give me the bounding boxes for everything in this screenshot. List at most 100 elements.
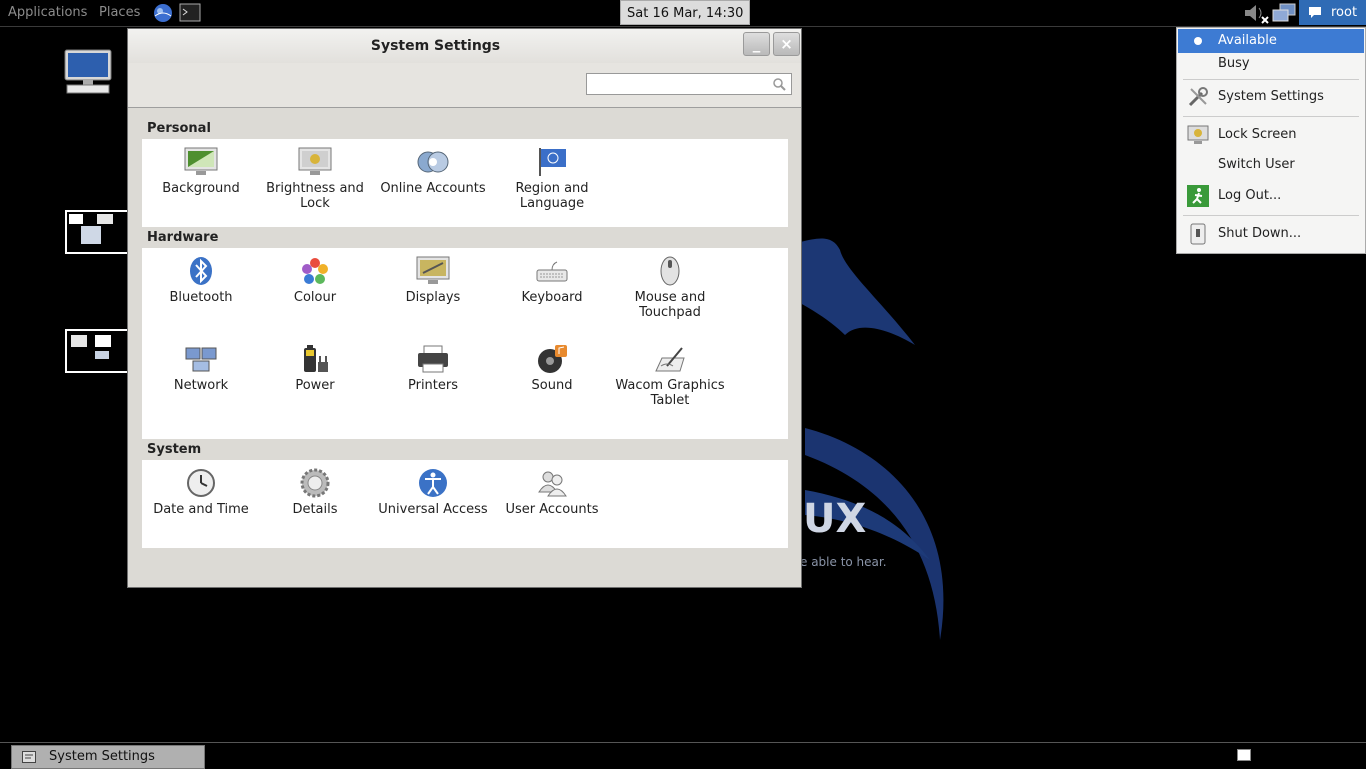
computer-desktop-icon[interactable] xyxy=(63,48,113,96)
item-region-language[interactable]: Region and Language xyxy=(493,147,611,211)
item-keyboard[interactable]: Keyboard xyxy=(493,256,611,305)
web-browser-icon[interactable] xyxy=(152,2,174,24)
search-icon xyxy=(773,78,786,91)
menu-item-log-out[interactable]: Log Out... xyxy=(1178,184,1364,208)
menu-separator xyxy=(1183,215,1359,216)
item-label: Network xyxy=(173,378,229,393)
menu-item-label: Switch User xyxy=(1218,157,1295,172)
item-universal-access[interactable]: Universal Access xyxy=(374,468,492,517)
item-label: Background xyxy=(162,181,240,196)
item-label: User Accounts xyxy=(505,502,599,517)
menu-item-label: Available xyxy=(1218,33,1277,48)
displays-icon xyxy=(416,256,450,284)
item-power[interactable]: Power xyxy=(256,344,374,393)
user-name: root xyxy=(1331,5,1358,20)
section-title-personal: Personal xyxy=(147,121,211,136)
menu-separator xyxy=(1183,79,1359,80)
menu-item-available[interactable]: Available xyxy=(1178,29,1364,53)
brightness-lock-icon xyxy=(298,147,332,175)
wacom-tablet-icon xyxy=(655,347,685,372)
item-background[interactable]: Background xyxy=(142,147,260,196)
taskbar-item-label: System Settings xyxy=(49,749,155,764)
workspace-thumbnail[interactable] xyxy=(65,329,129,373)
menu-item-label: System Settings xyxy=(1218,89,1324,104)
sound-icon xyxy=(538,345,567,373)
item-user-accounts[interactable]: User Accounts xyxy=(493,468,611,517)
item-label: Brightness and Lock xyxy=(266,181,364,211)
applications-menu[interactable]: Applications xyxy=(4,0,91,25)
user-menu-button[interactable]: root xyxy=(1299,0,1366,25)
item-label: Sound xyxy=(531,378,573,393)
colour-icon xyxy=(302,258,328,284)
users-icon xyxy=(538,471,567,497)
menu-item-shut-down[interactable]: Shut Down... xyxy=(1178,222,1364,246)
clock-icon xyxy=(187,469,215,497)
user-status-menu: Available Busy System Settings Lock Scre… xyxy=(1176,27,1366,254)
menu-item-label: Busy xyxy=(1218,56,1250,71)
item-printers[interactable]: Printers xyxy=(374,344,492,393)
exit-icon xyxy=(1187,185,1209,207)
item-displays[interactable]: Displays xyxy=(374,256,492,305)
window-title: System Settings xyxy=(370,38,501,54)
minimize-button[interactable]: _ xyxy=(743,32,770,56)
menu-item-label: Log Out... xyxy=(1218,188,1282,203)
clock[interactable]: Sat 16 Mar, 14:30 xyxy=(620,0,751,25)
item-online-accounts[interactable]: Online Accounts xyxy=(374,147,492,196)
menu-item-busy[interactable]: Busy xyxy=(1178,52,1364,76)
item-colour[interactable]: Colour xyxy=(256,256,374,305)
menu-item-switch-user[interactable]: Switch User xyxy=(1178,153,1364,177)
item-label: Online Accounts xyxy=(380,181,486,196)
volume-muted-icon[interactable] xyxy=(1243,2,1269,24)
gear-icon xyxy=(300,468,330,498)
network-status-icon[interactable] xyxy=(1271,3,1297,23)
section-hardware: Bluetooth Colour Displays Keyboard Mouse… xyxy=(142,248,788,439)
wallpaper-tagline: e able to hear. xyxy=(800,555,887,569)
terminal-icon[interactable] xyxy=(179,3,201,22)
item-label: Power xyxy=(295,378,335,393)
menu-item-label: Shut Down... xyxy=(1218,226,1302,241)
background-icon xyxy=(184,147,218,175)
workspace-thumbnail[interactable] xyxy=(65,210,129,254)
mouse-icon xyxy=(660,256,680,286)
menu-item-label: Lock Screen xyxy=(1218,127,1297,142)
menu-separator xyxy=(1183,116,1359,117)
wallpaper-brand-text: UX xyxy=(803,496,866,542)
item-label: Universal Access xyxy=(378,502,488,517)
taskbar-item-system-settings[interactable]: System Settings xyxy=(11,745,205,769)
network-icon xyxy=(185,347,217,372)
search-input[interactable] xyxy=(586,73,792,95)
online-accounts-icon xyxy=(417,151,449,173)
printer-icon xyxy=(418,345,448,373)
section-title-hardware: Hardware xyxy=(147,230,219,245)
places-menu[interactable]: Places xyxy=(95,0,144,25)
radio-selected-icon xyxy=(1194,37,1202,45)
accessibility-icon xyxy=(419,469,447,497)
window-titlebar[interactable]: System Settings _ × xyxy=(128,29,801,63)
item-network[interactable]: Network xyxy=(142,344,260,393)
item-brightness-lock[interactable]: Brightness and Lock xyxy=(256,147,374,211)
workspace-preview-icon xyxy=(69,214,113,244)
item-label: Wacom Graphics Tablet xyxy=(615,378,725,408)
item-bluetooth[interactable]: Bluetooth xyxy=(142,256,260,305)
item-details[interactable]: Details xyxy=(256,468,374,517)
chat-status-icon xyxy=(1309,7,1321,18)
menu-item-lock-screen[interactable]: Lock Screen xyxy=(1178,123,1364,147)
menu-item-system-settings[interactable]: System Settings xyxy=(1178,85,1364,109)
window-app-icon xyxy=(22,751,36,763)
item-label: Keyboard xyxy=(521,290,583,305)
window-toolbar xyxy=(128,63,801,108)
shutdown-icon xyxy=(1190,223,1206,245)
item-mouse-touchpad[interactable]: Mouse and Touchpad xyxy=(611,256,729,320)
item-sound[interactable]: Sound xyxy=(493,344,611,393)
bluetooth-icon xyxy=(190,257,212,285)
system-settings-window: System Settings _ × Personal Background … xyxy=(127,28,802,588)
item-label: Region and Language xyxy=(515,181,589,211)
item-wacom-tablet[interactable]: Wacom Graphics Tablet xyxy=(611,344,729,408)
close-button[interactable]: × xyxy=(773,32,800,56)
section-personal: Background Brightness and Lock Online Ac… xyxy=(142,139,788,227)
section-title-system: System xyxy=(147,442,202,457)
top-panel: Applications Places Sat 16 Mar, 14:30 ro… xyxy=(0,0,1366,27)
workspace-switcher[interactable] xyxy=(1237,749,1251,761)
lock-screen-icon xyxy=(1187,125,1209,144)
item-date-time[interactable]: Date and Time xyxy=(142,468,260,517)
